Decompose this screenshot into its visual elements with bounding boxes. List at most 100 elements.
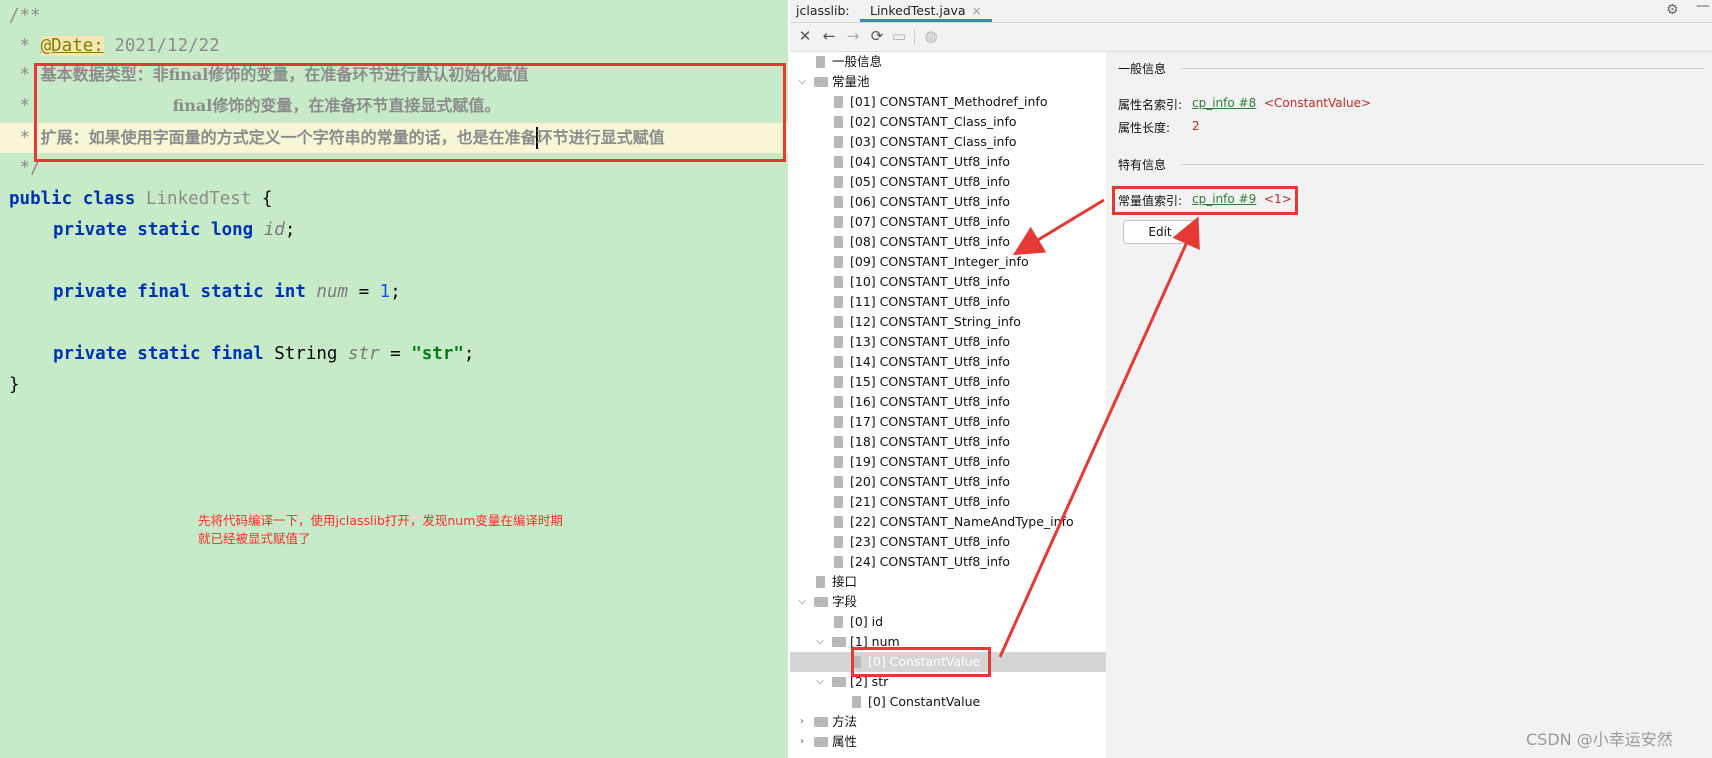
chevron-down-icon[interactable]: ⌵ [796,592,808,612]
field-name: str [348,344,380,364]
file-icon [834,116,843,128]
chevron-right-icon[interactable]: › [796,732,808,752]
tree-node-cp-entry[interactable]: [21] CONSTANT_Utf8_info [790,492,1106,512]
chevron-right-icon[interactable]: › [796,712,808,732]
file-icon [834,516,843,528]
annotation-line-2: 就已经被显式赋值了 [198,531,311,546]
code-line-2: * @Date: 2021/12/22 [9,31,220,61]
annotation-line-1: 先将代码编译一下，使用jclasslib打开，发现num变量在编译时期 [198,513,563,528]
chevron-down-icon[interactable]: ⌵ [796,72,808,92]
tree-label: [20] CONSTANT_Utf8_info [850,474,1011,489]
tree-label: [16] CONSTANT_Utf8_info [850,394,1011,409]
operator: = [348,282,380,302]
gear-icon[interactable]: ⚙ [1666,2,1679,18]
code-line-8: private static long id; [53,215,295,245]
tree-label: [23] CONSTANT_Utf8_info [850,534,1011,549]
tree-node-cp-entry[interactable]: [17] CONSTANT_Utf8_info [790,412,1106,432]
tree-node-cp-entry[interactable]: [07] CONSTANT_Utf8_info [790,212,1106,232]
string-literal: "str" [411,344,464,364]
comment-open: /** [9,6,41,26]
code-line-9: private final static int num = 1; [53,277,401,307]
highlight-box-constant-value [851,647,991,677]
tree-node-cp-entry[interactable]: [01] CONSTANT_Methodref_info [790,92,1106,112]
tree-node-attributes[interactable]: › 属性 [790,732,1106,752]
tree-node-cp-entry[interactable]: [09] CONSTANT_Integer_info [790,252,1106,272]
file-icon [834,216,843,228]
tree-node-cp-entry[interactable]: [19] CONSTANT_Utf8_info [790,452,1106,472]
back-icon[interactable]: ← [820,27,838,45]
class-name: LinkedTest [145,189,252,209]
tree-label: 字段 [832,594,858,609]
toolbar-separator [914,29,915,45]
tree-node-cp-entry[interactable]: [23] CONSTANT_Utf8_info [790,532,1106,552]
tree-node-fields[interactable]: ⌵ 字段 [790,592,1106,612]
tree-node-cp-entry[interactable]: [05] CONSTANT_Utf8_info [790,172,1106,192]
folder-icon [832,677,846,687]
tree-node-cp-entry[interactable]: [04] CONSTANT_Utf8_info [790,152,1106,172]
number-literal: 1 [379,282,391,302]
tree-label: [22] CONSTANT_NameAndType_info [850,514,1074,529]
file-icon [834,476,843,488]
tree-node-interfaces[interactable]: 接口 [790,572,1106,592]
tree-node-field-id[interactable]: [0] id [790,612,1106,632]
file-icon [834,356,843,368]
refresh-icon[interactable]: ⟳ [868,27,886,45]
close-icon[interactable]: ✕ [796,27,814,45]
tree-node-cp-entry[interactable]: [02] CONSTANT_Class_info [790,112,1106,132]
toolbar: ✕ ← → ⟳ ▭ ◍ [790,23,1712,52]
file-icon [834,396,843,408]
name-index-link[interactable]: cp_info #8 [1192,96,1256,110]
tree-node-cp-entry[interactable]: [18] CONSTANT_Utf8_info [790,432,1106,452]
tree-node-cp-entry[interactable]: [15] CONSTANT_Utf8_info [790,372,1106,392]
file-icon [834,196,843,208]
file-icon [834,336,843,348]
tree-label: [0] id [850,614,884,629]
tab-linkedtest-java[interactable]: LinkedTest.java × [860,0,992,22]
tree-label: [11] CONSTANT_Utf8_info [850,294,1011,309]
chevron-down-icon[interactable]: ⌵ [814,632,826,652]
tree-label: [10] CONSTANT_Utf8_info [850,274,1011,289]
comment-star: * [9,36,41,56]
edit-button[interactable]: Edit [1123,220,1197,244]
tree-label: [02] CONSTANT_Class_info [850,114,1017,129]
detail-panel: 一般信息 属性名索引: cp_info #8 <ConstantValue> 属… [1106,52,1712,758]
tree-node-cp-entry[interactable]: [10] CONSTANT_Utf8_info [790,272,1106,292]
tree-label: 属性 [832,734,858,749]
keyword: private static final [53,344,264,364]
tree-node-cp-entry[interactable]: [24] CONSTANT_Utf8_info [790,552,1106,572]
tree-node-cp-entry[interactable]: [08] CONSTANT_Utf8_info [790,232,1106,252]
tree-node-cp-entry[interactable]: [11] CONSTANT_Utf8_info [790,292,1106,312]
tree-node-str-constant-value[interactable]: [0] ConstantValue [790,692,1106,712]
tree-node-cp-entry[interactable]: [13] CONSTANT_Utf8_info [790,332,1106,352]
tree-node-cp-entry[interactable]: [20] CONSTANT_Utf8_info [790,472,1106,492]
tree-node-cp-entry[interactable]: [12] CONSTANT_String_info [790,312,1106,332]
web-icon[interactable]: ◍ [922,27,940,45]
tree-node-cp-entry[interactable]: [03] CONSTANT_Class_info [790,132,1106,152]
minimize-icon[interactable]: — [1696,0,1710,14]
tree-label: [24] CONSTANT_Utf8_info [850,554,1011,569]
operator: = [379,344,412,364]
forward-icon[interactable]: → [844,27,862,45]
file-icon [834,236,843,248]
tree-node-general[interactable]: 一般信息 [790,52,1106,72]
code-line-7: public class LinkedTest { [9,184,272,214]
file-icon [834,296,843,308]
keyword: private static long [53,220,254,240]
tree-node-cp-entry[interactable]: [22] CONSTANT_NameAndType_info [790,512,1106,532]
tree-label: 一般信息 [832,54,883,69]
brace: { [251,189,273,209]
tree-node-cp-entry[interactable]: [14] CONSTANT_Utf8_info [790,352,1106,372]
code-line-10: private static final String str = "str"; [53,339,474,369]
tree-node-cp-entry[interactable]: [16] CONSTANT_Utf8_info [790,392,1106,412]
tree-label: [15] CONSTANT_Utf8_info [850,374,1011,389]
tab-label: LinkedTest.java [870,3,966,18]
file-icon [834,556,843,568]
tree-node-cp-entry[interactable]: [06] CONSTANT_Utf8_info [790,192,1106,212]
tree-node-constant-pool[interactable]: ⌵ 常量池 [790,72,1106,92]
tab-close-icon[interactable]: × [972,4,982,18]
save-icon[interactable]: ▭ [890,27,908,45]
chevron-down-icon[interactable]: ⌵ [814,672,826,692]
file-icon [834,436,843,448]
tree-node-methods[interactable]: › 方法 [790,712,1106,732]
semicolon: ; [284,220,296,240]
